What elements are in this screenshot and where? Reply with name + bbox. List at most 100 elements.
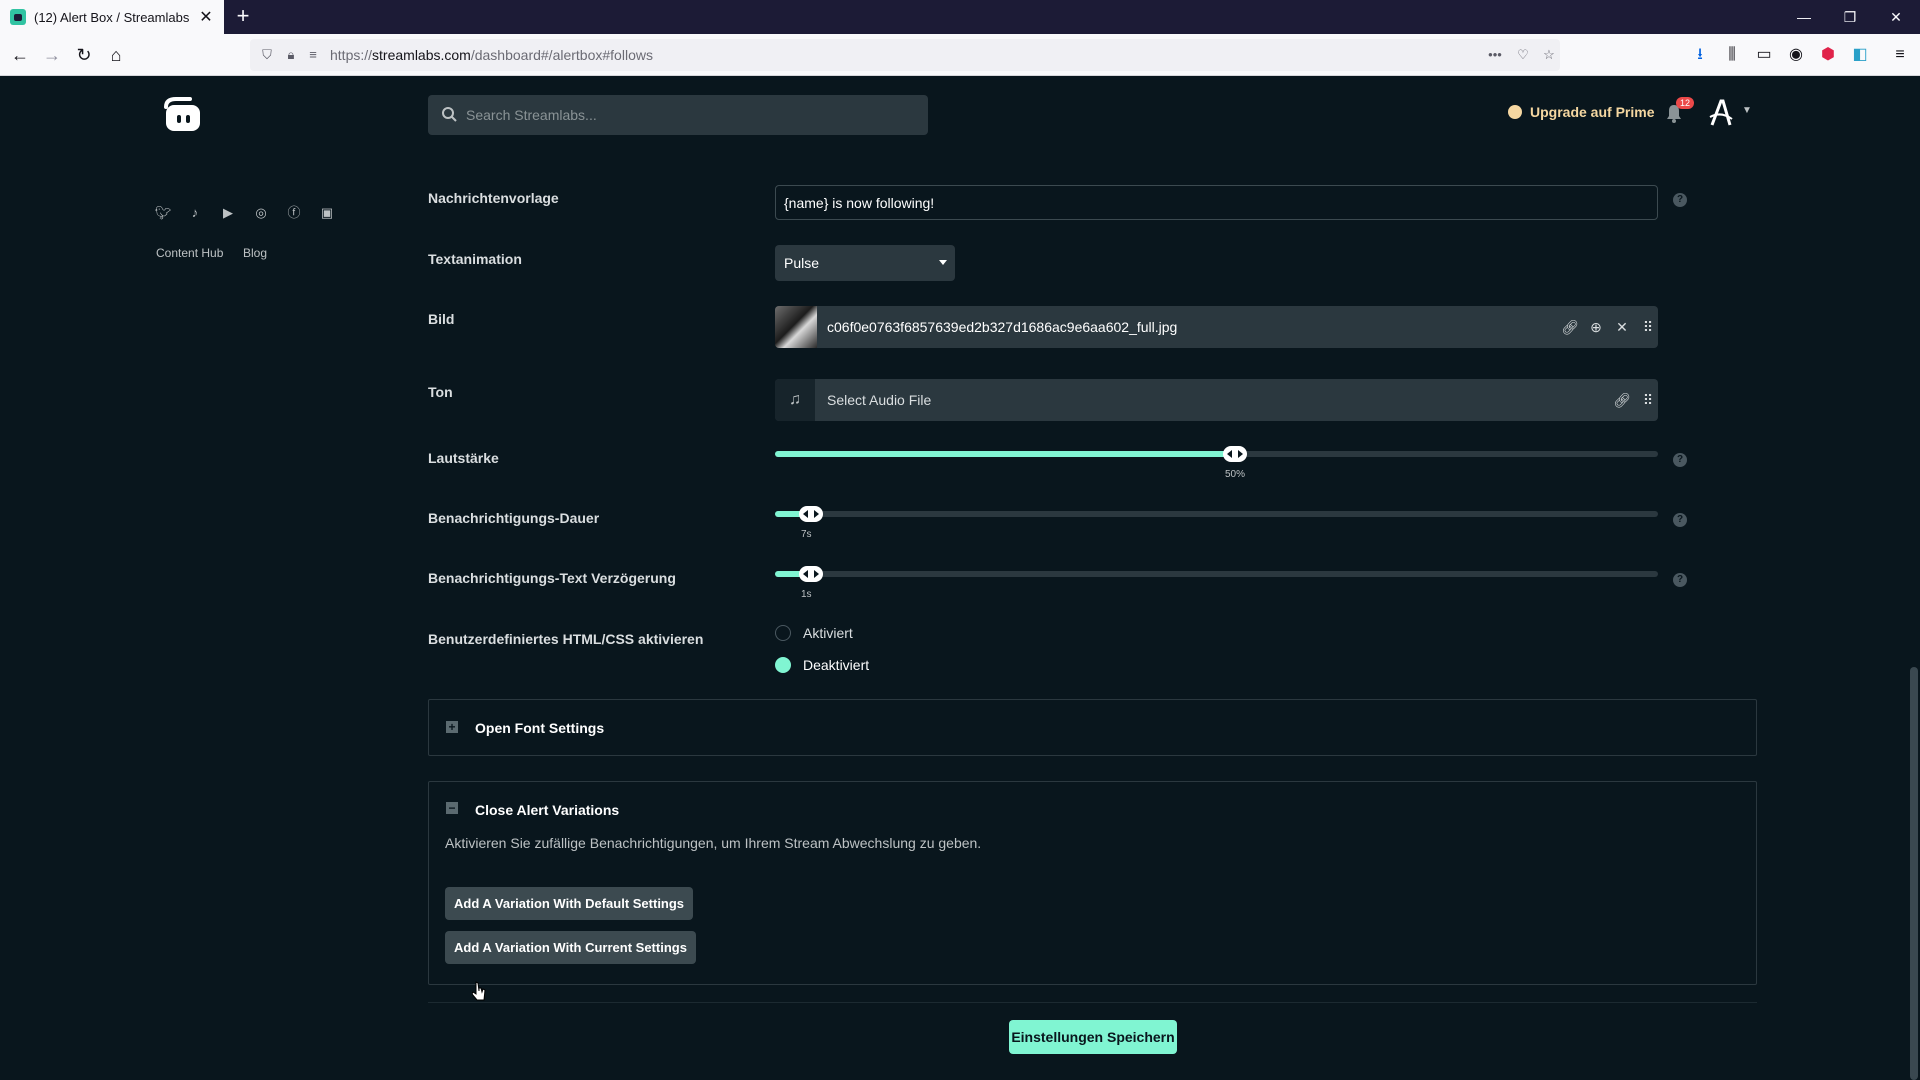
pocket-icon[interactable]: ♡ <box>1514 46 1532 64</box>
audio-placeholder: Select Audio File <box>827 392 932 408</box>
help-icon[interactable]: ? <box>1673 573 1687 587</box>
upgrade-label: Upgrade auf Prime <box>1530 104 1655 120</box>
browser-tab-bar: (12) Alert Box / Streamlabs ✕ + — ❐ ✕ <box>0 0 1920 34</box>
text-delay-slider[interactable] <box>775 566 1658 582</box>
reload-icon[interactable]: ↻ <box>72 43 96 67</box>
radio-disabled[interactable] <box>775 657 791 673</box>
save-settings-button[interactable]: Einstellungen Speichern <box>1009 1020 1177 1054</box>
add-variation-current-button[interactable]: Add A Variation With Current Settings <box>445 931 696 964</box>
url-bar[interactable]: ⛉ 🔒︎ ≡ https://streamlabs.com/dashboard#… <box>250 39 1560 71</box>
instagram-icon[interactable]: ◎ <box>252 204 270 222</box>
link-icon[interactable]: 🔗︎ <box>1613 391 1631 409</box>
avatar[interactable] <box>1706 97 1736 129</box>
volume-slider[interactable] <box>775 446 1658 462</box>
download-icon[interactable]: ⭳ <box>1688 43 1712 67</box>
permissions-icon[interactable]: ≡ <box>304 46 322 64</box>
library-icon[interactable]: ⫼ <box>1720 43 1744 67</box>
add-variation-default-button[interactable]: Add A Variation With Default Settings <box>445 887 694 920</box>
lock-icon[interactable]: 🔒︎ <box>282 46 300 64</box>
streamlabs-page: Upgrade auf Prime 12 ▼ 🐦︎ ♪ ▶ ◎ ⓕ ▣ Cont… <box>0 77 1920 1080</box>
close-tab-icon[interactable]: ✕ <box>198 7 214 27</box>
text-delay-slider-handle[interactable] <box>799 566 823 582</box>
caret-down-icon <box>939 260 947 265</box>
page-scrollbar[interactable] <box>1910 667 1918 1080</box>
adblock-icon[interactable]: ⬢ <box>1816 43 1840 67</box>
forward-icon[interactable]: → <box>40 43 64 67</box>
streamlabs-logo-icon[interactable] <box>160 93 204 135</box>
custom-html-label: Benutzerdefiniertes HTML/CSS aktivieren <box>428 631 704 647</box>
bookmark-star-icon[interactable]: ☆ <box>1540 46 1558 64</box>
browser-tab[interactable]: (12) Alert Box / Streamlabs ✕ <box>0 0 224 34</box>
tiktok-icon[interactable]: ♪ <box>186 204 204 222</box>
help-icon[interactable]: ? <box>1673 453 1687 467</box>
shield-icon[interactable]: ⛉ <box>258 46 276 64</box>
expand-icon[interactable]: + <box>446 721 458 733</box>
gallery-icon[interactable]: ⠿ <box>1639 318 1657 336</box>
mouse-pointer-icon <box>472 981 486 1001</box>
alert-duration-slider-handle[interactable] <box>799 506 823 522</box>
radio-enabled-label[interactable]: Aktiviert <box>803 625 853 641</box>
volume-slider-fill <box>775 451 1235 457</box>
notification-badge: 12 <box>1676 97 1695 109</box>
alert-duration-label: Benachrichtigungs-Dauer <box>428 510 600 526</box>
search-input[interactable] <box>466 95 916 135</box>
extension-icon[interactable]: ◧ <box>1848 43 1872 67</box>
url-text[interactable]: https://streamlabs.com/dashboard#/alertb… <box>330 47 653 63</box>
alert-variations-description: Aktivieren Sie zufällige Benachrichtigun… <box>445 835 982 851</box>
streamlabs-favicon-icon <box>10 9 26 25</box>
menu-icon[interactable]: ≡ <box>1888 43 1912 67</box>
gallery-icon[interactable]: ⠿ <box>1639 391 1657 409</box>
help-icon[interactable]: ? <box>1673 513 1687 527</box>
font-settings-toggle[interactable]: Open Font Settings <box>475 720 604 736</box>
alert-duration-value: 7s <box>801 529 812 540</box>
radio-enabled[interactable] <box>775 625 791 641</box>
audio-file-field[interactable]: ♫ Select Audio File 🔗︎ ⠿ <box>775 379 1658 421</box>
restore-icon[interactable]: ❐ <box>1828 0 1872 34</box>
image-label: Bild <box>428 311 455 327</box>
remove-icon[interactable]: ✕ <box>1613 318 1631 336</box>
radio-disabled-label[interactable]: Deaktiviert <box>803 657 869 673</box>
page-actions-icon[interactable]: ••• <box>1486 46 1504 64</box>
search-bar[interactable] <box>428 95 928 135</box>
alert-variations-toggle[interactable]: Close Alert Variations <box>475 802 619 818</box>
content-hub-link[interactable]: Content Hub <box>156 246 223 260</box>
music-note-icon: ♫ <box>775 379 815 421</box>
facebook-icon[interactable]: ⓕ <box>285 204 303 222</box>
volume-label: Lautstärke <box>428 450 499 466</box>
image-file-name: c06f0e0763f6857639ed2b327d1686ac9e6aa602… <box>827 319 1178 335</box>
text-delay-value: 1s <box>801 589 812 600</box>
twitter-icon[interactable]: 🐦︎ <box>154 204 172 222</box>
account-icon[interactable]: ◉ <box>1784 43 1808 67</box>
text-animation-select[interactable]: Pulse <box>775 245 955 281</box>
image-thumbnail <box>775 306 817 348</box>
close-window-icon[interactable]: ✕ <box>1874 0 1918 34</box>
text-delay-label: Benachrichtigungs-Text Verzögerung <box>428 570 676 586</box>
help-icon[interactable]: ? <box>1673 193 1687 207</box>
collapse-icon[interactable]: − <box>446 802 458 814</box>
volume-slider-handle[interactable] <box>1223 446 1247 462</box>
font-settings-panel: + Open Font Settings <box>428 699 1757 756</box>
text-animation-value: Pulse <box>784 255 820 271</box>
sound-label: Ton <box>428 384 453 400</box>
youtube-icon[interactable]: ▶ <box>219 204 237 222</box>
home-icon[interactable]: ⌂ <box>104 43 128 67</box>
volume-value: 50% <box>1225 469 1246 480</box>
image-file-field[interactable]: c06f0e0763f6857639ed2b327d1686ac9e6aa602… <box>775 306 1658 348</box>
message-template-input[interactable] <box>775 185 1658 220</box>
message-template-label: Nachrichtenvorlage <box>428 190 559 206</box>
zoom-icon[interactable]: ⊕ <box>1587 318 1605 336</box>
discord-icon[interactable]: ▣ <box>318 204 336 222</box>
minimize-icon[interactable]: — <box>1782 0 1826 34</box>
blog-link[interactable]: Blog <box>243 246 267 260</box>
new-tab-icon[interactable]: + <box>230 4 256 30</box>
sidebar-icon[interactable]: ▭ <box>1752 43 1776 67</box>
prime-star-icon <box>1508 105 1522 119</box>
browser-nav-bar: ← → ↻ ⌂ ⛉ 🔒︎ ≡ https://streamlabs.com/da… <box>0 34 1920 76</box>
link-icon[interactable]: 🔗︎ <box>1561 318 1579 336</box>
alert-duration-slider[interactable] <box>775 506 1658 522</box>
tab-title: (12) Alert Box / Streamlabs <box>34 9 190 25</box>
divider <box>428 1002 1757 1003</box>
upgrade-prime-link[interactable]: Upgrade auf Prime <box>1508 104 1654 120</box>
chevron-down-icon[interactable]: ▼ <box>1742 105 1752 116</box>
back-icon[interactable]: ← <box>8 43 32 67</box>
